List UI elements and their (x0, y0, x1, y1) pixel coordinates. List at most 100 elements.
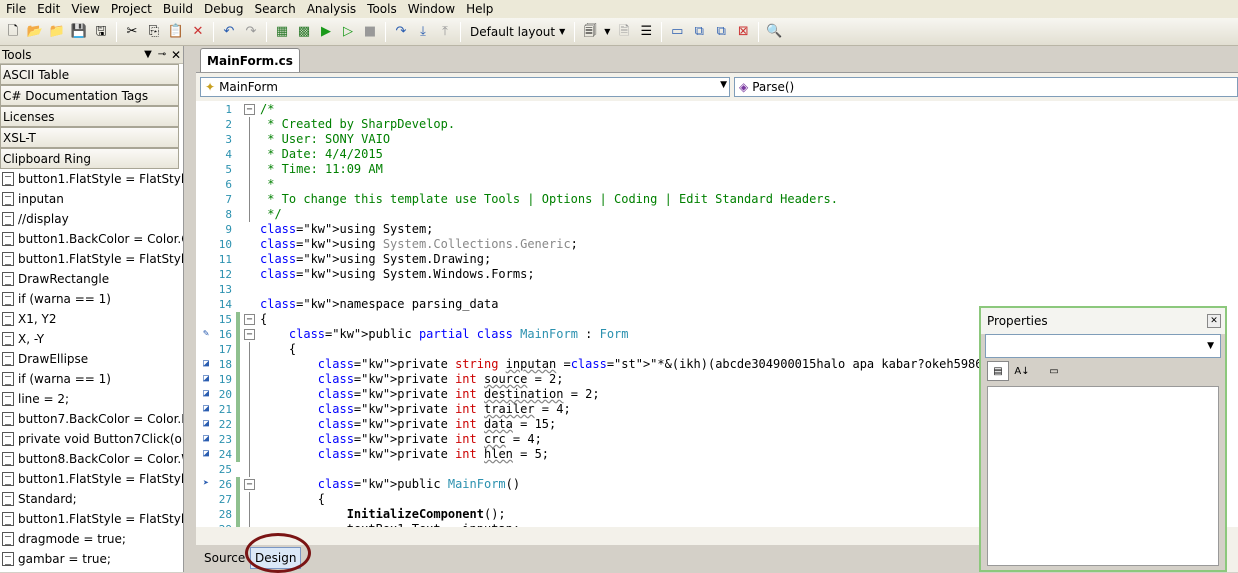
code-line[interactable]: 3 * User: SONY VAIO (196, 132, 1238, 147)
windows-icon[interactable]: ⧉ (689, 22, 709, 42)
code-line[interactable]: 2 * Created by SharpDevelop. (196, 117, 1238, 132)
code-line[interactable]: 10 class="kw">using System.Collections.Ge… (196, 237, 1238, 252)
save-icon[interactable]: 💾 (69, 22, 89, 42)
clipboard-item[interactable]: line = 2; (0, 389, 183, 409)
windows-alt-icon[interactable]: ⧉ (711, 22, 731, 42)
clipboard-item[interactable]: button1.FlatStyle = FlatStyle.Pc (0, 509, 183, 529)
delete-icon[interactable]: ✕ (188, 22, 208, 42)
clipboard-item[interactable]: DrawEllipse (0, 349, 183, 369)
chevron-down-icon[interactable]: ▼ (141, 49, 155, 60)
line-number: 1 (225, 103, 232, 116)
code-line[interactable]: 6 * (196, 177, 1238, 192)
menu-item-project[interactable]: Project (107, 0, 159, 18)
tools-category[interactable]: Clipboard Ring (0, 148, 179, 169)
clipboard-item[interactable]: button1.FlatStyle = FlatStyle.Fl (0, 169, 183, 189)
menu-item-tools[interactable]: Tools (363, 0, 404, 18)
menu-item-edit[interactable]: Edit (33, 0, 67, 18)
open-project-icon[interactable]: 📂 (25, 22, 45, 42)
open-file-icon[interactable]: 📁 (47, 22, 67, 42)
chevron-down-icon[interactable]: ▼ (602, 22, 612, 42)
save-all-icon[interactable]: 🖫 (91, 22, 111, 42)
search-icon[interactable]: 🔍 (764, 22, 784, 42)
clipboard-item[interactable]: button8.BackColor = Color.Wh (0, 449, 183, 469)
clipboard-item[interactable]: button1.BackColor = Color.Gol (0, 229, 183, 249)
fold-toggle-icon[interactable]: − (244, 314, 255, 325)
tab-source[interactable]: Source (200, 547, 249, 569)
clipboard-item[interactable]: button7.BackColor = Color.Pur (0, 409, 183, 429)
property-pages-icon[interactable]: ▭ (1043, 361, 1065, 381)
redo-icon[interactable]: ↷ (241, 22, 261, 42)
menu-item-search[interactable]: Search (250, 0, 302, 18)
tools-category[interactable]: C# Documentation Tags (0, 85, 179, 106)
clipboard-item[interactable]: button1.FlatStyle = FlatStyle.Pc (0, 469, 183, 489)
tab-mainform-cs[interactable]: MainForm.cs (200, 48, 300, 72)
navigate-icon[interactable]: 🗐 (580, 22, 600, 42)
menu-item-file[interactable]: File (2, 0, 33, 18)
menu-item-help[interactable]: Help (462, 0, 500, 18)
clipboard-item[interactable]: private void Button7Click(obje (0, 429, 183, 449)
fold-toggle-icon[interactable]: − (244, 329, 255, 340)
clipboard-item[interactable]: DrawRectangle (0, 269, 183, 289)
clipboard-item-label: button1.BackColor = Color.Gol (18, 232, 183, 246)
stop-icon[interactable]: ■ (360, 22, 380, 42)
close-icon[interactable]: ✕ (1207, 314, 1221, 328)
build-all-icon[interactable]: ▩ (294, 22, 314, 42)
clipboard-item[interactable]: X, -Y (0, 329, 183, 349)
format-icon[interactable]: ☰ (636, 22, 656, 42)
tools-category[interactable]: XSL-T (0, 127, 179, 148)
field-marker-icon: ◪ (202, 448, 210, 459)
code-line[interactable]: 5 * Time: 11:09 AM (196, 162, 1238, 177)
cut-icon[interactable]: ✂ (122, 22, 142, 42)
clipboard-item[interactable]: Standard; (0, 489, 183, 509)
run-without-debug-icon[interactable]: ▷ (338, 22, 358, 42)
layout-dropdown[interactable]: Default layout ▼ (465, 22, 570, 42)
clipboard-item[interactable]: dragmode = true; (0, 529, 183, 549)
build-icon[interactable]: ▦ (272, 22, 292, 42)
tools-category[interactable]: Licenses (0, 106, 179, 127)
property-grid[interactable] (987, 386, 1219, 566)
menu-item-build[interactable]: Build (159, 0, 200, 18)
sort-alphabetical-icon[interactable]: A↓ (1011, 361, 1033, 381)
run-icon[interactable]: ▶ (316, 22, 336, 42)
new-file-icon[interactable]: 🗋 (3, 22, 23, 42)
step-into-icon[interactable]: ⤓ (413, 22, 433, 42)
clipboard-item[interactable]: X1, Y2 (0, 309, 183, 329)
fold-toggle-icon[interactable]: − (244, 479, 255, 490)
step-over-icon[interactable]: ↷ (391, 22, 411, 42)
clipboard-item[interactable]: if (warna == 1) (0, 369, 183, 389)
object-selector[interactable]: ▼ (985, 334, 1221, 358)
code-line[interactable]: 12 class="kw">using System.Windows.Forms; (196, 267, 1238, 282)
menu-item-view[interactable]: View (67, 0, 106, 18)
fold-toggle-icon[interactable]: − (244, 104, 255, 115)
copy-icon[interactable]: ⎘ (144, 22, 164, 42)
undo-icon[interactable]: ↶ (219, 22, 239, 42)
line-number: 5 (225, 163, 232, 176)
code-line[interactable]: 11 class="kw">using System.Drawing; (196, 252, 1238, 267)
menu-item-window[interactable]: Window (404, 0, 462, 18)
code-line[interactable]: 8 */ (196, 207, 1238, 222)
code-line[interactable]: 4 * Date: 4/4/2015 (196, 147, 1238, 162)
menu-item-debug[interactable]: Debug (200, 0, 250, 18)
close-icon[interactable]: ✕ (169, 48, 183, 62)
member-combo[interactable]: ◈ Parse() (734, 77, 1238, 97)
code-line[interactable]: 13 (196, 282, 1238, 297)
clipboard-item[interactable]: if (warna == 1) (0, 289, 183, 309)
code-line[interactable]: 9 class="kw">using System; (196, 222, 1238, 237)
pin-icon[interactable]: ⊸ (155, 49, 169, 60)
paste-icon[interactable]: 📋 (166, 22, 186, 42)
code-line[interactable]: 1 −/* (196, 102, 1238, 117)
window-icon[interactable]: ▭ (667, 22, 687, 42)
tools-category[interactable]: ASCII Table (0, 64, 179, 85)
categorized-icon[interactable]: ▤ (987, 361, 1009, 381)
class-combo[interactable]: ✦ MainForm ▼ (200, 77, 730, 97)
code-line[interactable]: 7 * To change this template use Tools | … (196, 192, 1238, 207)
clipboard-item[interactable]: gambar = true; (0, 549, 183, 569)
step-out-icon[interactable]: ⤒ (435, 22, 455, 42)
clipboard-item[interactable]: button1.FlatStyle = FlatStyle.Fl (0, 249, 183, 269)
clipboard-item[interactable]: //display (0, 209, 183, 229)
menu-item-analysis[interactable]: Analysis (303, 0, 363, 18)
navigate-forward-icon[interactable]: 🗎 (614, 22, 634, 42)
close-windows-icon[interactable]: ⊠ (733, 22, 753, 42)
clipboard-item[interactable]: inputan (0, 189, 183, 209)
fold-line (249, 507, 250, 522)
